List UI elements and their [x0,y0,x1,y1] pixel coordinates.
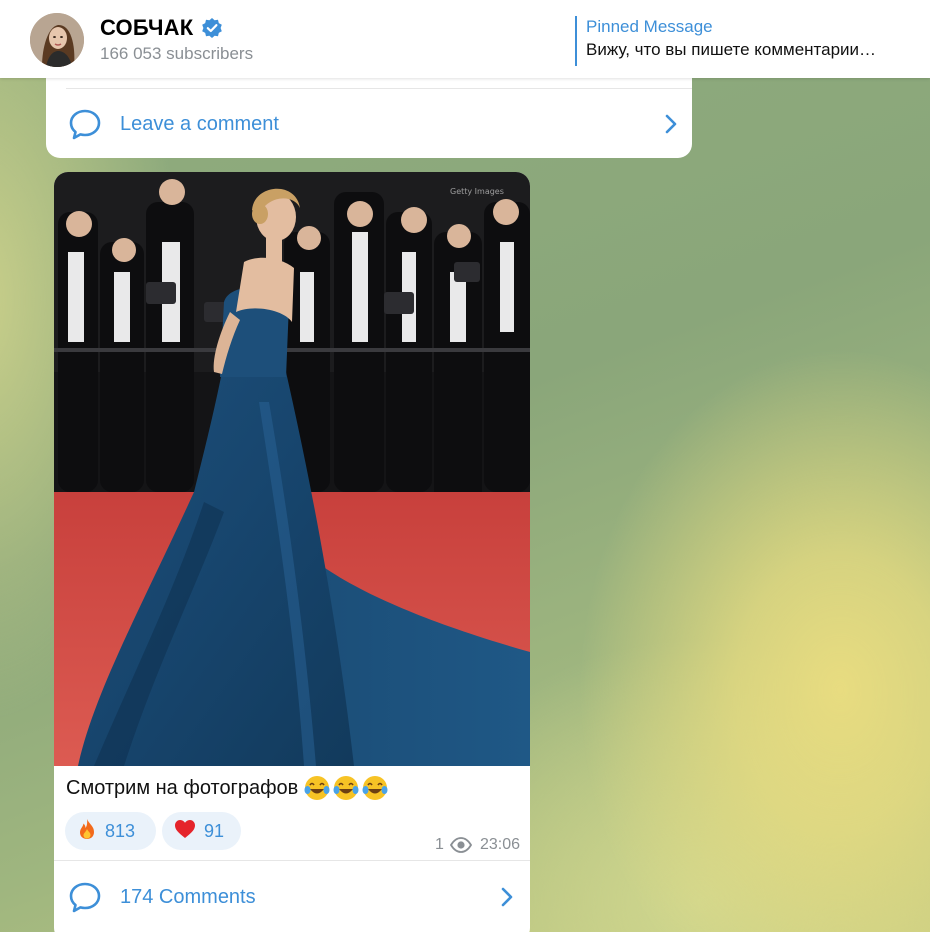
photo-watermark: Getty Images [450,187,504,196]
post-time: 23:06 [479,836,520,853]
chevron-right-icon [664,114,678,134]
verified-badge-icon [201,17,223,39]
pinned-message-text: Вижу, что вы пишете комментарии… [586,40,877,59]
comment-bubble-icon [68,107,102,141]
comments-count-label: 174 Comments [120,885,256,908]
reaction-heart-button[interactable]: 91 [162,812,241,850]
channel-name[interactable]: СОБЧАК [100,15,223,41]
reaction-fire-button[interactable]: 813 [65,812,156,850]
divider [66,88,692,89]
face-with-tears-of-joy-icon [332,774,360,802]
post-caption-text: Смотрим на фотографов [66,776,299,799]
view-count: 1 [435,836,444,853]
previous-message-bubble: Leave a comment [46,78,692,158]
reaction-heart-count: 91 [204,820,225,841]
channel-avatar[interactable] [30,13,84,67]
pinned-message[interactable]: Pinned Message Вижу, что вы пишете комме… [575,16,925,66]
channel-header: СОБЧАК 166 053 subscribers Pinned Messag… [0,0,930,78]
eye-icon [449,837,473,853]
post-caption: Смотрим на фотографов [66,774,389,802]
heart-icon [174,819,196,844]
fire-icon [77,818,97,845]
pinned-message-title: Pinned Message [586,17,713,36]
reaction-fire-count: 813 [105,820,136,841]
caption-emoji-row [302,774,389,802]
face-with-tears-of-joy-icon [361,774,389,802]
channel-post-bubble: Getty Images Смотрим на фотографов 813 9… [54,172,530,932]
post-meta: 1 23:06 [435,836,520,854]
comments-button[interactable]: 174 Comments [68,880,518,914]
divider [54,860,530,861]
leave-comment-label: Leave a comment [120,112,279,135]
subscriber-count: 166 053 subscribers [100,44,254,63]
post-photo[interactable]: Getty Images [54,172,530,766]
face-with-tears-of-joy-icon [303,774,331,802]
channel-name-text: СОБЧАК [100,15,194,40]
leave-comment-button[interactable]: Leave a comment [68,107,688,141]
comment-bubble-icon [68,880,102,914]
chevron-right-icon [500,887,514,907]
